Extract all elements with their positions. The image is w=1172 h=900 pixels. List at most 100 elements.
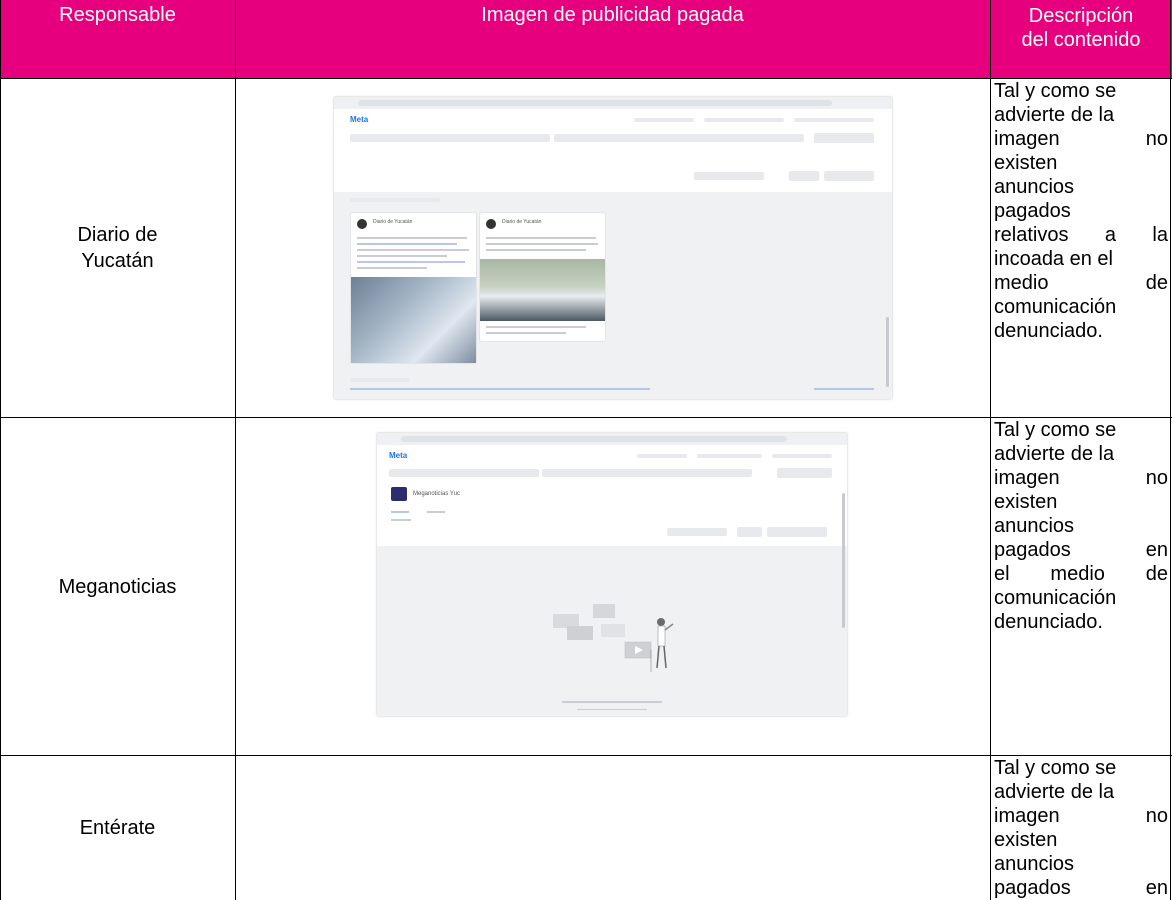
ad-text-line xyxy=(486,326,586,328)
ad-text-line xyxy=(357,267,427,269)
sort-dropdown xyxy=(694,172,764,180)
nav-link xyxy=(794,118,874,122)
empty-state-illustration xyxy=(553,604,674,672)
row-3-responsable-line1: Entérate xyxy=(79,817,156,839)
desc-line: anuncios xyxy=(994,515,1075,537)
row-1-responsable-line1: Diario de xyxy=(77,224,158,246)
row-2-description: Tal y como se advierte de la imagen no e… xyxy=(990,418,1171,755)
nav-link xyxy=(704,118,784,122)
empty-state-message xyxy=(562,701,662,703)
page-name: Diario de Yucatán xyxy=(502,219,542,225)
nav-link xyxy=(637,454,687,458)
desc-line: pagados xyxy=(994,200,1071,222)
desc-line: Tal y como se xyxy=(994,419,1117,441)
desc-line: denunciado. xyxy=(994,320,1103,342)
desc-line: el medio de xyxy=(994,563,1168,585)
page-name: Diario de Yucatán xyxy=(373,219,413,225)
desc-line: incoada en el xyxy=(994,248,1113,270)
ad-photo xyxy=(351,277,476,363)
desc-line: denunciado. xyxy=(994,611,1103,633)
row-3-image-cell xyxy=(236,756,990,900)
footer-language xyxy=(814,388,874,390)
row-1-responsable: Diario de Yucatán xyxy=(0,79,235,417)
search-field xyxy=(554,134,804,142)
ad-text-line xyxy=(357,243,457,245)
row-3-responsable: Entérate xyxy=(0,756,235,900)
results-heading xyxy=(350,198,440,202)
desc-line: pagados en xyxy=(994,539,1168,561)
ad-text-line xyxy=(357,261,465,263)
tab-all-ads xyxy=(391,511,409,513)
browser-toolbar xyxy=(377,433,847,445)
row-2-responsable: Meganoticias xyxy=(0,418,235,755)
search-field xyxy=(542,469,752,477)
tab-about xyxy=(427,511,445,513)
ad-library-screenshot-1: Meta Diario de Yucatán Diario de Yucatán xyxy=(334,97,892,399)
ad-text-line xyxy=(357,249,469,251)
platform-button xyxy=(824,171,874,181)
filter-bar xyxy=(350,134,550,142)
row-1-description: Tal y como se advierte de la imagen no e… xyxy=(990,79,1171,417)
platform-button xyxy=(767,527,827,537)
filters-button xyxy=(789,171,819,181)
nav-link xyxy=(772,454,832,458)
status-line xyxy=(350,378,410,382)
row-3-description: Tal y como se advierte de la imagen no e… xyxy=(990,756,1171,900)
header-descripcion: Descripción del contenido xyxy=(990,0,1172,78)
desc-line: relativos a la xyxy=(994,224,1168,246)
saved-searches-button xyxy=(777,468,832,478)
ad-text-line xyxy=(486,243,598,245)
saved-searches-button xyxy=(814,133,874,143)
header-descripcion-line1: Descripción xyxy=(1028,5,1134,27)
desc-line: imagen no xyxy=(994,805,1168,827)
desc-line: existen xyxy=(994,491,1058,513)
desc-line: comunicación xyxy=(994,587,1117,609)
scrollbar xyxy=(886,317,889,387)
browser-toolbar xyxy=(334,97,892,109)
desc-line: advierte de la xyxy=(994,443,1115,465)
desc-line: advierte de la xyxy=(994,104,1115,126)
header-imagen: Imagen de publicidad pagada xyxy=(235,0,990,78)
ad-card-1: Diario de Yucatán xyxy=(350,212,477,364)
address-bar xyxy=(401,436,787,442)
desc-line: Tal y como se xyxy=(994,80,1117,102)
row-2-responsable-line1: Meganoticias xyxy=(58,575,177,598)
results-count xyxy=(391,519,411,521)
desc-line: Tal y como se xyxy=(994,757,1117,779)
header-responsable: Responsable xyxy=(0,0,235,78)
content-table: Responsable Imagen de publicidad pagada … xyxy=(0,0,1172,900)
desc-line: anuncios xyxy=(994,853,1075,875)
page-avatar xyxy=(486,219,496,229)
ad-card-2: Diario de Yucatán xyxy=(479,212,606,342)
desc-line: existen xyxy=(994,152,1058,174)
desc-line: anuncios xyxy=(994,176,1075,198)
desc-line: comunicación xyxy=(994,296,1117,318)
nav-link xyxy=(697,454,762,458)
address-bar xyxy=(358,100,832,106)
desc-line: imagen no xyxy=(994,128,1168,150)
ad-text-line xyxy=(357,255,447,257)
desc-line: advierte de la xyxy=(994,781,1115,803)
desc-line: imagen no xyxy=(994,467,1168,489)
page-logo xyxy=(391,487,407,501)
filter-bar xyxy=(389,469,539,477)
meta-logo: Meta xyxy=(389,451,408,460)
row-1-responsable-line2: Yucatán xyxy=(81,250,154,272)
scrollbar xyxy=(842,493,845,628)
desc-line: pagados en xyxy=(994,877,1168,899)
empty-state-submessage xyxy=(577,709,647,710)
footer-links xyxy=(350,388,650,390)
header-descripcion-line2: del contenido xyxy=(1021,29,1141,51)
ad-text-line xyxy=(357,237,467,239)
nav-link xyxy=(634,118,694,122)
desc-line: existen xyxy=(994,829,1058,851)
page-name: Meganoticias Yuc xyxy=(413,491,460,497)
page-avatar xyxy=(357,219,367,229)
ad-text-line xyxy=(486,249,586,251)
filters-button xyxy=(737,527,762,537)
ad-text-line xyxy=(486,237,596,239)
ad-text-line xyxy=(486,332,566,334)
desc-line: medio de xyxy=(994,272,1168,294)
ad-photo xyxy=(480,259,605,321)
meta-logo: Meta xyxy=(350,115,369,124)
